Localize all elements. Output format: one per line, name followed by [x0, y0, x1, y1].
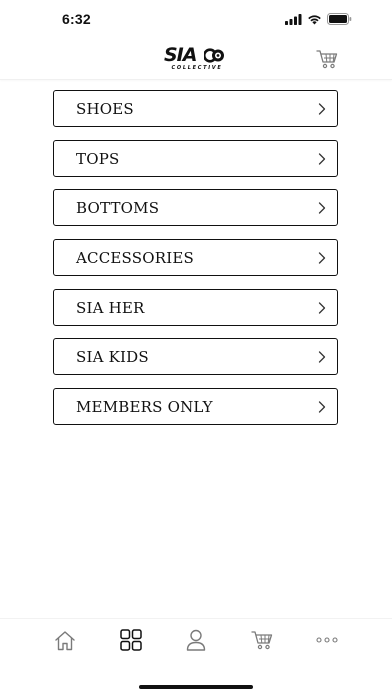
category-label: SHOES: [76, 100, 134, 118]
category-item-accessories[interactable]: ACCESSORIES: [53, 239, 338, 277]
tab-categories[interactable]: [116, 627, 146, 653]
home-indicator: [139, 685, 253, 689]
category-label: BOTTOMS: [76, 199, 160, 218]
app-header: SIA COLLECTIVE: [0, 36, 392, 80]
chevron-right-icon: [318, 202, 326, 215]
category-item-sia-kids[interactable]: SIA KIDS: [53, 338, 338, 376]
chevron-right-icon: [318, 252, 326, 264]
battery-icon: [327, 13, 352, 25]
status-time: 6:32: [62, 11, 91, 27]
tab-profile[interactable]: [181, 627, 211, 653]
chevron-right-icon: [318, 103, 326, 115]
brand-tagline: COLLECTIVE: [171, 65, 223, 71]
grid-icon: [120, 629, 142, 651]
chevron-right-icon: [318, 302, 326, 314]
tab-more[interactable]: [312, 627, 342, 653]
category-label: SIA KIDS: [76, 348, 149, 367]
chevron-right-icon: [318, 153, 326, 165]
cart-icon[interactable]: [316, 49, 338, 69]
category-item-sia-her[interactable]: SIA HER: [53, 288, 338, 326]
chevron-right-icon: [318, 351, 326, 364]
category-item-members-only[interactable]: MEMBERS ONLY: [53, 388, 338, 426]
category-label: MEMBERS ONLY: [76, 398, 213, 417]
status-icons: [285, 13, 352, 25]
more-icon: [316, 637, 338, 643]
category-item-tops[interactable]: TOPS: [53, 139, 338, 177]
category-label: TOPS: [76, 149, 120, 168]
cart-icon: [251, 631, 273, 650]
brand-emblem-icon: [204, 48, 224, 63]
tab-home[interactable]: [50, 627, 80, 653]
category-item-bottoms[interactable]: BOTTOMS: [53, 189, 338, 227]
chevron-right-icon: [318, 401, 326, 413]
wifi-icon: [308, 14, 321, 24]
brand-name: SIA: [164, 44, 197, 66]
profile-icon: [186, 629, 206, 651]
status-bar: 6:32: [0, 0, 392, 36]
category-label: ACCESSORIES: [76, 249, 194, 268]
brand-logo[interactable]: SIA COLLECTIVE: [164, 44, 228, 74]
category-item-shoes[interactable]: SHOES: [53, 90, 338, 127]
category-label: SIA HER: [76, 298, 145, 317]
tab-cart[interactable]: [247, 627, 277, 653]
home-icon: [55, 630, 75, 650]
screen: 6:32 SIA COLLECTIVE SHOES TOPS BOTTOMS A…: [0, 0, 392, 696]
bottom-tab-bar: [0, 618, 392, 668]
category-list: SHOES TOPS BOTTOMS ACCESSORIES SIA HER S…: [53, 90, 339, 438]
signal-icon: [285, 13, 302, 25]
